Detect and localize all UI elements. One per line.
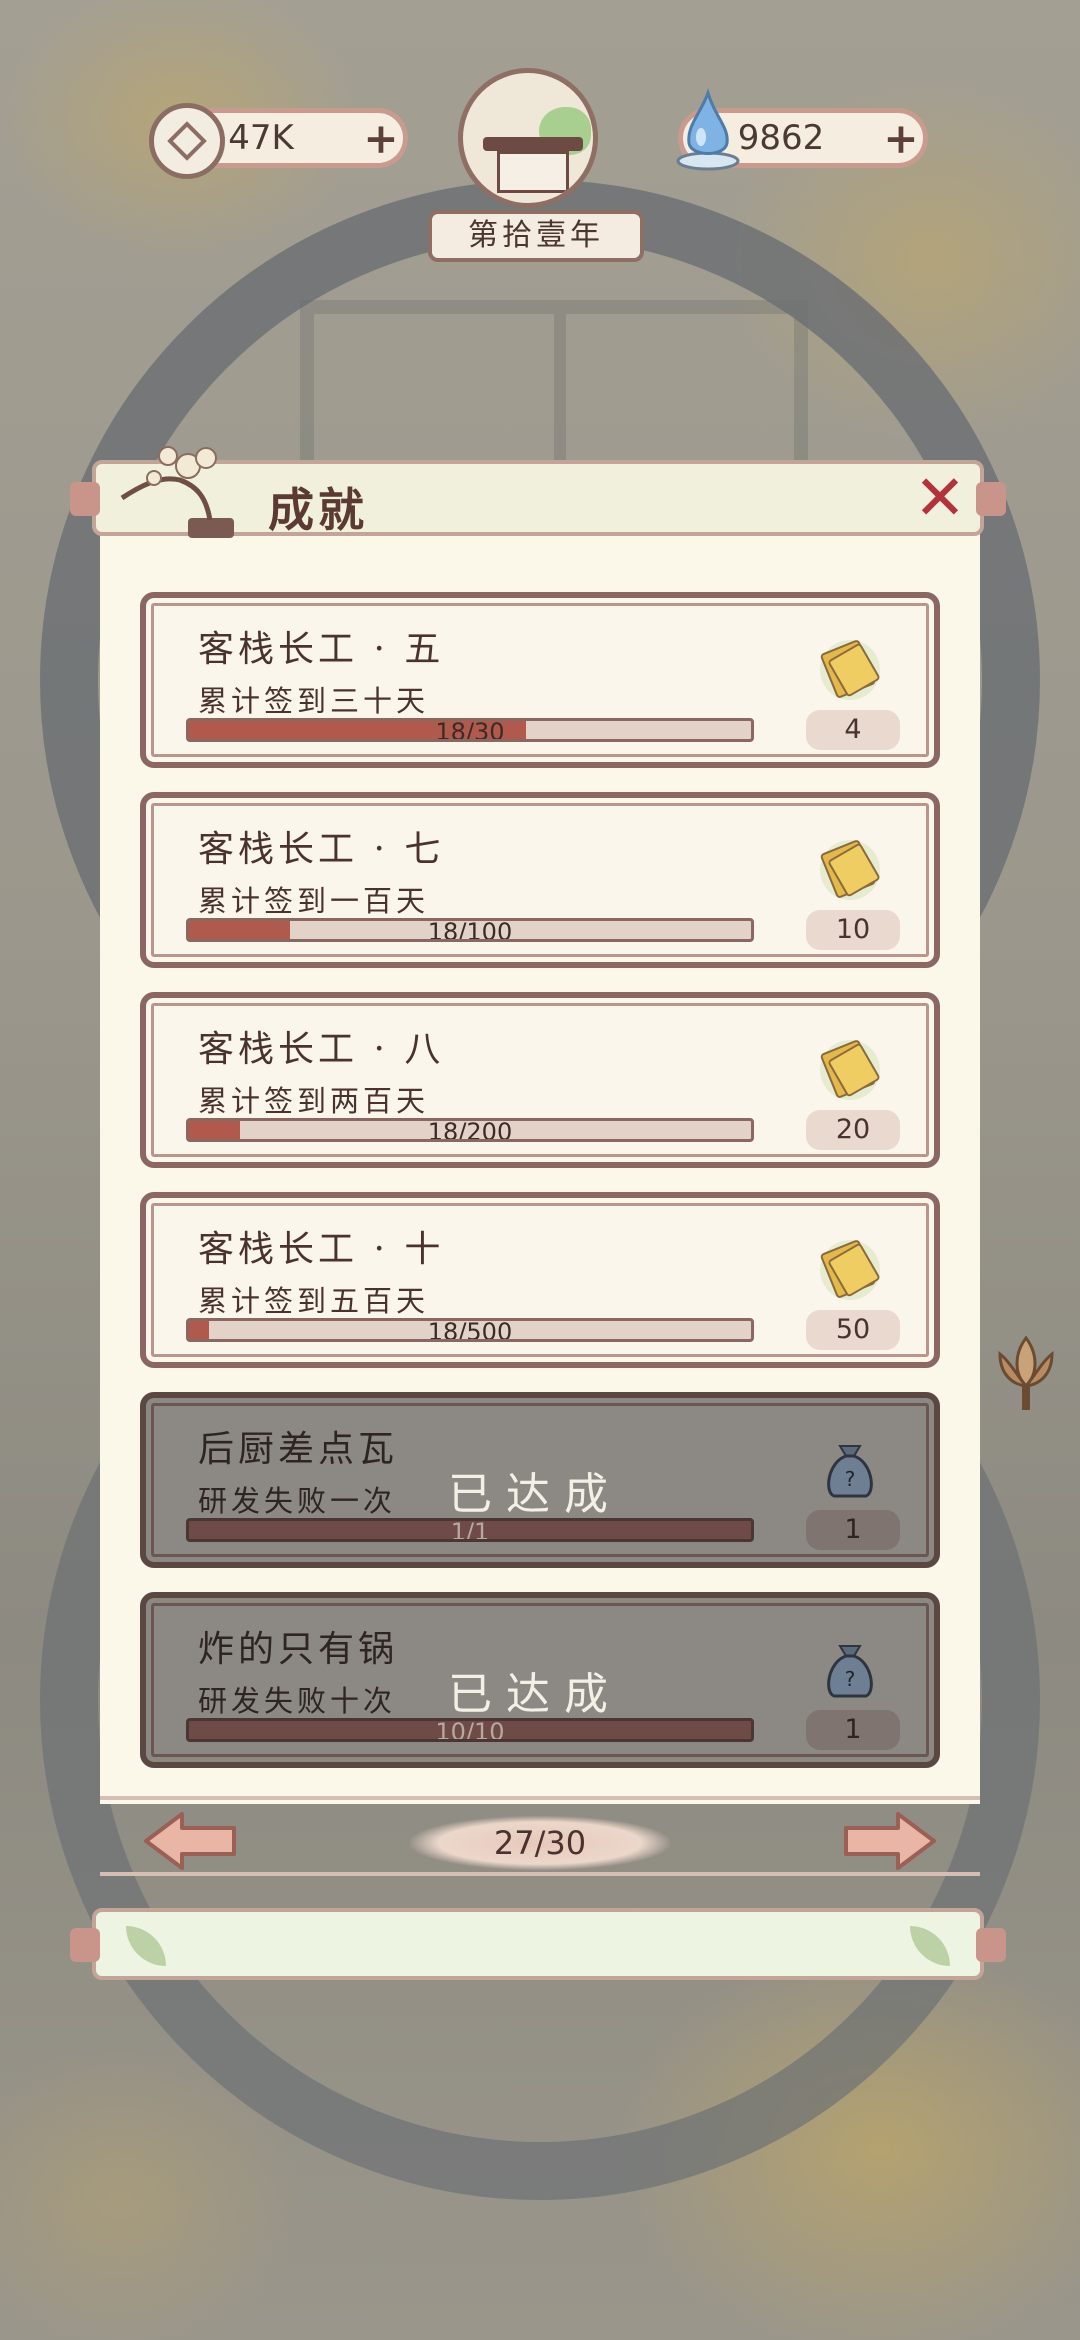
progress-bar: 1/1 (186, 1518, 754, 1542)
progress-text: 1/1 (450, 1518, 490, 1542)
achievement-name: 后厨差点瓦 (198, 1429, 399, 1470)
achievement-name: 客栈长工 · 五 (198, 629, 445, 670)
inn-building-icon (497, 151, 569, 193)
ticket-icon (820, 840, 880, 900)
achievement-desc: 累计签到两百天 (198, 1084, 430, 1118)
achievement-card: 客栈长工 · 五 累计签到三十天 18/30 4 (140, 592, 940, 768)
year-label: 第拾壹年 (428, 210, 644, 262)
progress-bar: 10/10 (186, 1718, 754, 1742)
roof-icon (483, 137, 583, 151)
reward-count: 4 (806, 710, 900, 750)
achievement-card-completed: 炸的只有锅 研发失败十次 已达成 10/10 ? 1 (140, 1592, 940, 1768)
bonsai-icon (120, 446, 234, 538)
reward-count: 1 (806, 1710, 900, 1750)
completed-label: 已达成 (448, 1669, 622, 1720)
achievement-card: 客栈长工 · 八 累计签到两百天 18/200 20 (140, 992, 940, 1168)
ticket-icon (820, 1240, 880, 1300)
progress-text: 18/500 (427, 1318, 513, 1342)
achievement-name: 客栈长工 · 十 (198, 1229, 445, 1270)
scroll-rod-left (70, 482, 100, 516)
coin-icon (149, 103, 225, 179)
reward-count: 1 (806, 1510, 900, 1550)
add-drops-icon[interactable]: + (879, 114, 923, 163)
achievement-name: 客栈长工 · 七 (198, 829, 445, 870)
svg-text:?: ? (845, 1667, 856, 1691)
next-page-button[interactable] (842, 1810, 938, 1872)
progress-bar: 18/30 (186, 718, 754, 742)
progress-text: 18/30 (435, 718, 505, 742)
inn-emblem-circle (458, 68, 598, 208)
progress-bar: 18/100 (186, 918, 754, 942)
ticket-icon (820, 1040, 880, 1100)
coin-counter[interactable]: 47K + (149, 103, 408, 179)
ginkgo-leaf-icon (126, 1926, 166, 1966)
ginkgo-leaf-icon (910, 1926, 950, 1966)
progress-text: 18/100 (427, 918, 513, 942)
mystery-bag-icon: ? (827, 1645, 873, 1698)
previous-page-button[interactable] (142, 1810, 238, 1872)
reward-count: 20 (806, 1110, 900, 1150)
pager-divider (100, 1796, 980, 1800)
ticket-icon (820, 640, 880, 700)
reward-count: 50 (806, 1310, 900, 1350)
mystery-bag-icon: ? (827, 1445, 873, 1498)
water-drop-icon (676, 88, 740, 171)
achievement-desc: 累计签到一百天 (198, 884, 430, 918)
scroll-bottom-rod (70, 1908, 1006, 1980)
achievement-card: 客栈长工 · 七 累计签到一百天 18/100 10 (140, 792, 940, 968)
panel-title: 成就 (268, 483, 368, 537)
scroll-rod-right (976, 482, 1006, 516)
close-button[interactable]: ✕ (910, 467, 970, 529)
achievement-desc: 累计签到三十天 (198, 684, 430, 718)
add-coins-icon[interactable]: + (359, 114, 403, 163)
svg-text:?: ? (845, 1467, 856, 1491)
inn-emblem[interactable] (438, 68, 618, 218)
progress-text: 18/200 (427, 1118, 513, 1142)
drop-counter[interactable]: 9862 + (676, 88, 928, 171)
achievement-desc: 研发失败十次 (198, 1684, 397, 1718)
progress-bar: 18/200 (186, 1118, 754, 1142)
achievement-card-completed: 后厨差点瓦 研发失败一次 已达成 1/1 ? 1 (140, 1392, 940, 1568)
panel-footer-divider (100, 1872, 980, 1876)
scroll-rod-right (976, 1928, 1006, 1962)
progress-text: 10/10 (435, 1718, 505, 1742)
lotus-lamp-icon (998, 1335, 1054, 1410)
page-indicator: 27/30 (410, 1816, 670, 1870)
achievement-desc: 研发失败一次 (198, 1484, 397, 1518)
completed-label: 已达成 (448, 1469, 622, 1520)
achievement-name: 炸的只有锅 (198, 1629, 399, 1670)
scroll-rod-left (70, 1928, 100, 1962)
achievement-name: 客栈长工 · 八 (198, 1029, 445, 1070)
achievement-desc: 累计签到五百天 (198, 1284, 430, 1318)
reward-count: 10 (806, 910, 900, 950)
achievement-card: 客栈长工 · 十 累计签到五百天 18/500 50 (140, 1192, 940, 1368)
progress-bar: 18/500 (186, 1318, 754, 1342)
